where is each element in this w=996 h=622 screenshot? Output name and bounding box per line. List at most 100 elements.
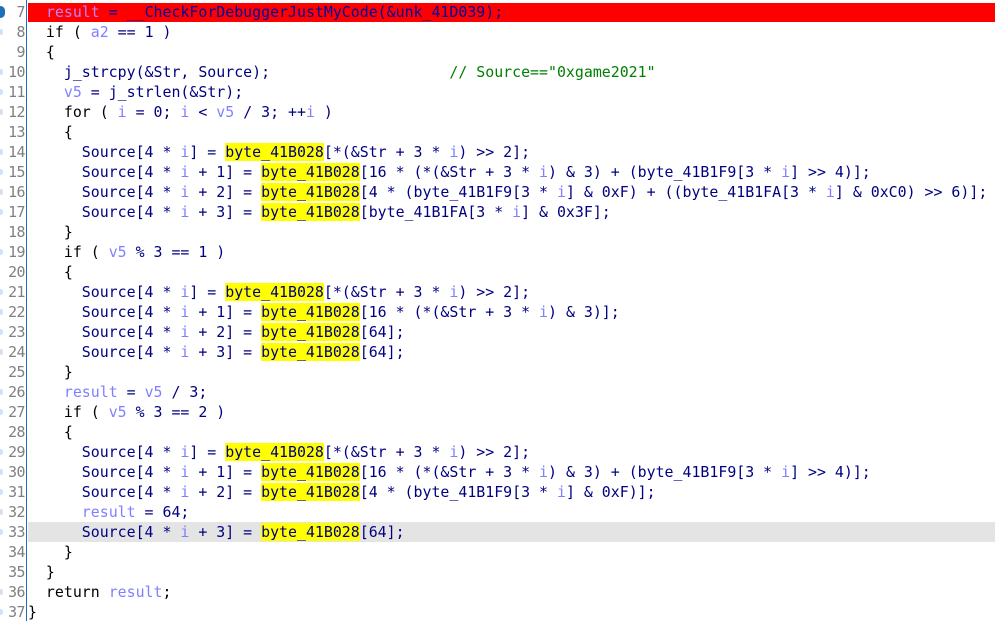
code-line[interactable]: 19 if ( v5 % 3 == 1 ) (0, 242, 996, 262)
code-text[interactable]: Source[4 * i + 3] = byte_41B028[64]; (28, 342, 995, 362)
variable-token[interactable]: i (539, 463, 548, 481)
code-text[interactable]: { (28, 42, 995, 62)
code-line[interactable]: 8 if ( a2 == 1 ) (0, 22, 996, 42)
highlighted-identifier[interactable]: byte_41B028 (261, 323, 360, 341)
code-line[interactable]: 29 Source[4 * i] = byte_41B028[*(&Str + … (0, 442, 996, 462)
code-text[interactable]: Source[4 * i + 3] = byte_41B028[byte_41B… (28, 202, 995, 222)
code-line[interactable]: 11 v5 = j_strlen(&Str); (0, 82, 996, 102)
code-text[interactable]: if ( a2 == 1 ) (28, 22, 995, 42)
highlighted-identifier[interactable]: byte_41B028 (225, 443, 324, 461)
highlighted-identifier[interactable]: byte_41B028 (261, 203, 360, 221)
variable-token[interactable]: v5 (64, 83, 82, 101)
code-marker-icon[interactable] (0, 329, 3, 335)
variable-token[interactable]: i (539, 163, 548, 181)
code-marker-icon[interactable] (0, 409, 3, 415)
code-marker-icon[interactable] (0, 489, 3, 495)
code-text[interactable]: v5 = j_strlen(&Str); (28, 82, 995, 102)
variable-token[interactable]: result (82, 503, 136, 521)
variable-token[interactable]: v5 (216, 103, 234, 121)
variable-token[interactable]: i (826, 183, 835, 201)
code-text[interactable]: { (28, 262, 995, 282)
code-line[interactable]: 23 Source[4 * i + 2] = byte_41B028[64]; (0, 322, 996, 342)
code-text[interactable]: } (28, 542, 995, 562)
code-text[interactable]: for ( i = 0; i < v5 / 3; ++i ) (28, 102, 995, 122)
breakpoint-icon[interactable] (0, 6, 5, 18)
code-line[interactable]: 21 Source[4 * i] = byte_41B028[*(&Str + … (0, 282, 996, 302)
code-line[interactable]: 25 } (0, 362, 996, 382)
code-text[interactable]: } (28, 362, 995, 382)
highlighted-identifier[interactable]: byte_41B028 (225, 143, 324, 161)
code-text[interactable]: Source[4 * i + 1] = byte_41B028[16 * (*(… (28, 162, 995, 182)
variable-token[interactable]: i (781, 463, 790, 481)
code-text[interactable]: if ( v5 % 3 == 2 ) (28, 402, 995, 422)
pseudocode-editor[interactable]: 7 result = __CheckForDebuggerJustMyCode(… (0, 2, 996, 622)
code-marker-icon[interactable] (0, 149, 3, 155)
code-marker-icon[interactable] (0, 389, 3, 395)
code-line[interactable]: 12 for ( i = 0; i < v5 / 3; ++i ) (0, 102, 996, 122)
highlighted-identifier[interactable]: byte_41B028 (261, 183, 360, 201)
variable-token[interactable]: i (557, 183, 566, 201)
code-text[interactable]: return result; (28, 582, 995, 602)
code-line[interactable]: 20 { (0, 262, 996, 282)
code-text[interactable]: result = __CheckForDebuggerJustMyCode(&u… (28, 3, 995, 22)
variable-token[interactable]: i (781, 163, 790, 181)
code-text[interactable]: { (28, 122, 995, 142)
code-text[interactable]: if ( v5 % 3 == 1 ) (28, 242, 995, 262)
code-line[interactable]: 32 result = 64; (0, 502, 996, 522)
code-marker-icon[interactable] (0, 469, 3, 475)
variable-token[interactable]: v5 (109, 243, 127, 261)
variable-token[interactable]: i (449, 283, 458, 301)
code-line[interactable]: 31 Source[4 * i + 2] = byte_41B028[4 * (… (0, 482, 996, 502)
code-marker-icon[interactable] (0, 89, 3, 95)
variable-token[interactable]: i (539, 303, 548, 321)
code-line[interactable]: 35 } (0, 562, 996, 582)
code-text[interactable]: Source[4 * i] = byte_41B028[*(&Str + 3 *… (28, 282, 995, 302)
highlighted-identifier[interactable]: 41B028 (305, 523, 360, 541)
code-line[interactable]: 37} (0, 602, 996, 622)
variable-token[interactable]: i (449, 443, 458, 461)
variable-token[interactable]: i (118, 103, 127, 121)
code-marker-icon[interactable] (0, 109, 3, 115)
code-line[interactable]: 33 Source[4 * i + 3] = byte_41B028[64]; (0, 522, 996, 542)
code-text[interactable]: } (28, 222, 995, 242)
variable-token[interactable]: result (64, 383, 118, 401)
code-line[interactable]: 15 Source[4 * i + 1] = byte_41B028[16 * … (0, 162, 996, 182)
variable-token[interactable]: i (306, 103, 315, 121)
code-line[interactable]: 28 { (0, 422, 996, 442)
code-text[interactable]: Source[4 * i + 2] = byte_41B028[64]; (28, 322, 995, 342)
variable-token[interactable]: a2 (91, 23, 109, 41)
variable-token[interactable]: result (109, 583, 163, 601)
code-line[interactable]: 16 Source[4 * i + 2] = byte_41B028[4 * (… (0, 182, 996, 202)
code-marker-icon[interactable] (0, 309, 3, 315)
code-marker-icon[interactable] (0, 289, 3, 295)
code-text[interactable]: } (28, 602, 995, 622)
code-line[interactable]: 34 } (0, 542, 996, 562)
code-marker-icon[interactable] (0, 169, 3, 175)
code-line[interactable]: 9 { (0, 42, 996, 62)
code-text[interactable]: } (28, 562, 995, 582)
code-marker-icon[interactable] (0, 189, 3, 195)
code-line[interactable]: 17 Source[4 * i + 3] = byte_41B028[byte_… (0, 202, 996, 222)
variable-token[interactable]: i (557, 483, 566, 501)
code-marker-icon[interactable] (0, 589, 3, 595)
code-marker-icon[interactable] (0, 349, 3, 355)
code-marker-icon[interactable] (0, 609, 3, 615)
code-text[interactable]: Source[4 * i + 1] = byte_41B028[16 * (*(… (28, 462, 995, 482)
code-line[interactable]: 14 Source[4 * i] = byte_41B028[*(&Str + … (0, 142, 996, 162)
code-marker-icon[interactable] (0, 29, 3, 35)
code-marker-icon[interactable] (0, 69, 3, 75)
code-text[interactable]: Source[4 * i] = byte_41B028[*(&Str + 3 *… (28, 142, 995, 162)
code-marker-icon[interactable] (0, 249, 3, 255)
code-marker-icon[interactable] (0, 529, 3, 535)
code-text[interactable]: j_strcpy(&Str, Source); // Source=="0xga… (28, 62, 995, 82)
code-marker-icon[interactable] (0, 449, 3, 455)
code-text[interactable]: Source[4 * i + 2] = byte_41B028[4 * (byt… (28, 182, 995, 202)
variable-token[interactable]: v5 (145, 383, 163, 401)
code-line[interactable]: 13 { (0, 122, 996, 142)
code-line[interactable]: 30 Source[4 * i + 1] = byte_41B028[16 * … (0, 462, 996, 482)
code-line[interactable]: 26 result = v5 / 3; (0, 382, 996, 402)
highlighted-identifier[interactable]: byte_41B028 (261, 343, 360, 361)
code-text[interactable]: { (28, 422, 995, 442)
code-line[interactable]: 27 if ( v5 % 3 == 2 ) (0, 402, 996, 422)
highlighted-identifier[interactable]: byte_41B028 (225, 283, 324, 301)
